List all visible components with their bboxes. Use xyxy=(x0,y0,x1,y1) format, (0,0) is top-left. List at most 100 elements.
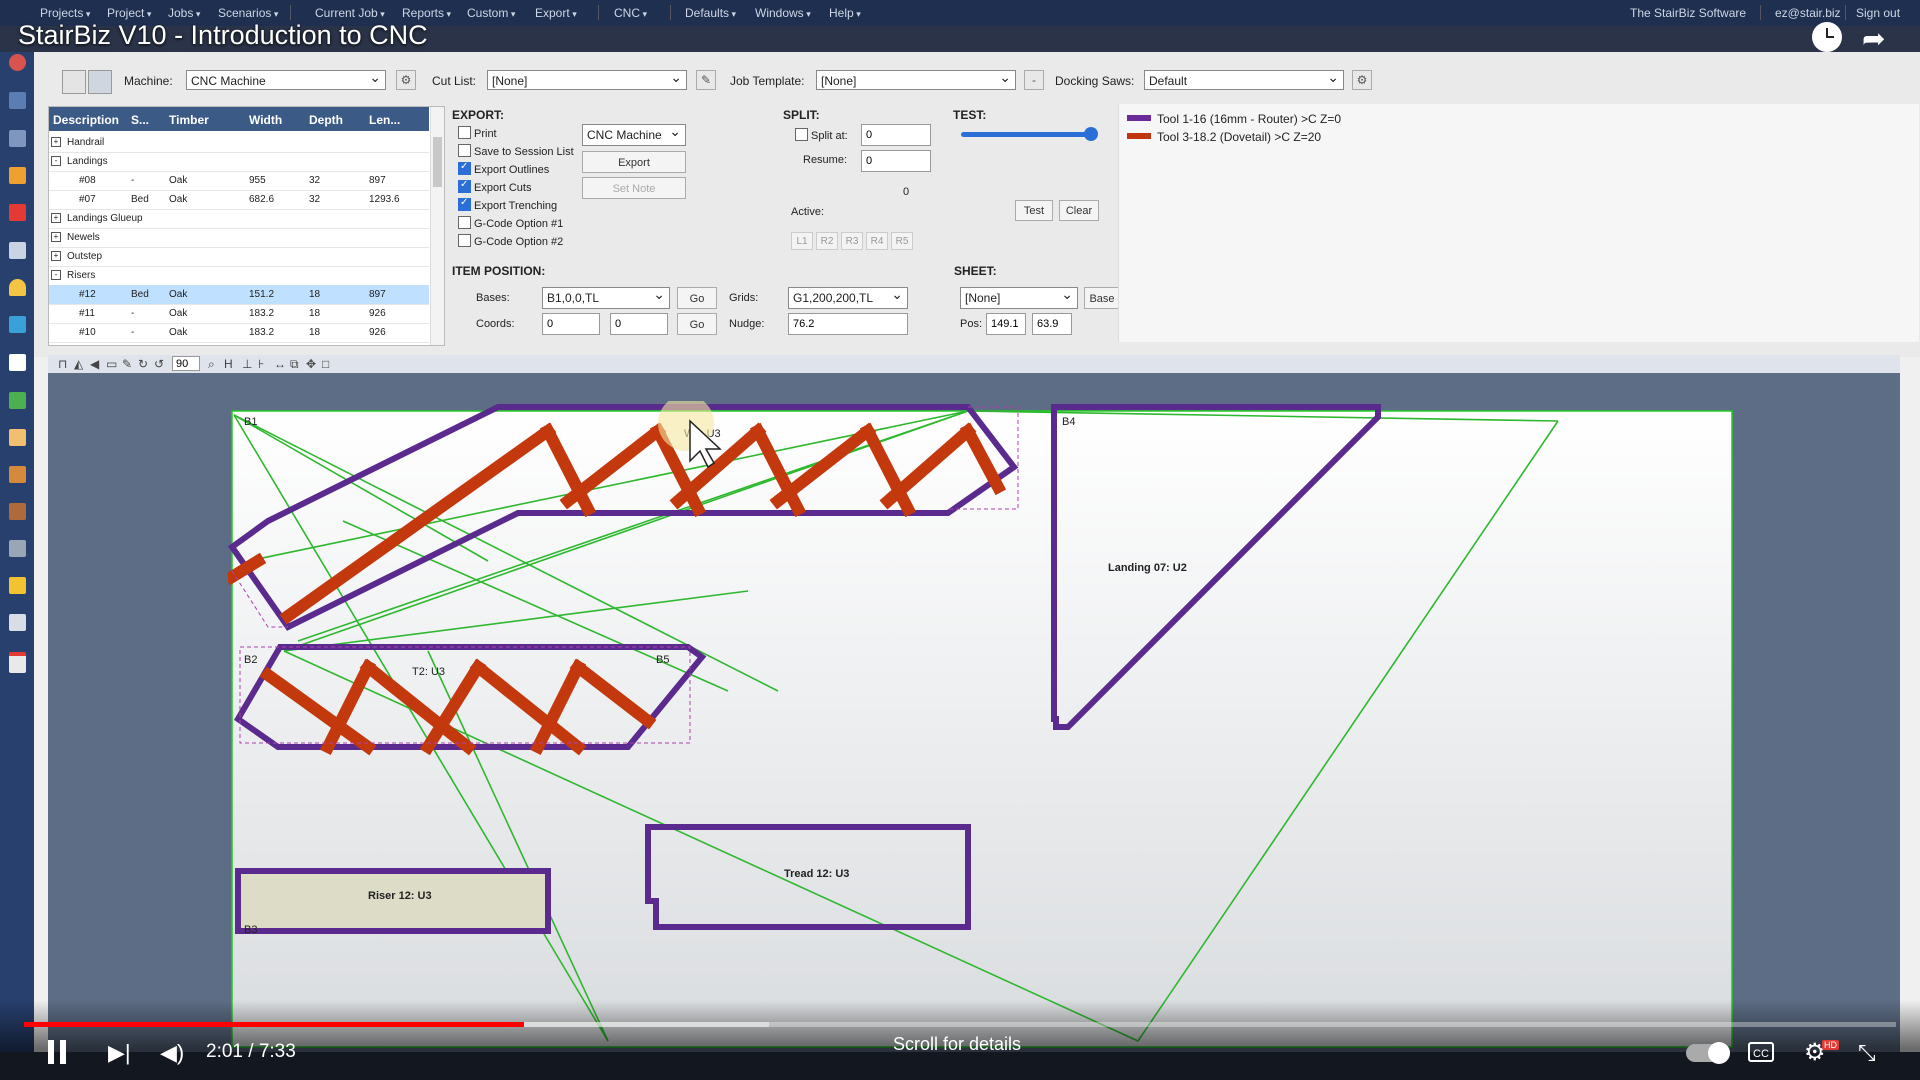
grid-group-row[interactable]: - Landings xyxy=(49,152,429,172)
expand-toggle-icon[interactable]: + xyxy=(51,251,61,261)
machine-settings-gear-icon[interactable]: ⚙ xyxy=(396,70,416,90)
active-r5-button[interactable]: R5 xyxy=(891,232,913,250)
sheet-base-button[interactable]: Base xyxy=(1084,287,1120,309)
menu-signout-link[interactable]: Sign out xyxy=(1856,6,1900,20)
menu-export[interactable]: Export xyxy=(535,6,577,20)
col-timber[interactable]: Timber xyxy=(169,113,209,127)
expand-toggle-icon[interactable]: + xyxy=(51,232,61,242)
distribute-icon[interactable]: ⊦ xyxy=(258,357,264,371)
cutlist-edit-icon[interactable]: ✎ xyxy=(696,70,716,90)
h-label[interactable]: H xyxy=(224,357,233,371)
menu-defaults[interactable]: Defaults xyxy=(685,6,736,20)
menu-cnc[interactable]: CNC xyxy=(614,6,647,20)
exit-fullscreen-icon[interactable]: ⤡ xyxy=(1858,1040,1876,1066)
pause-icon[interactable] xyxy=(48,1040,66,1064)
hammer-icon[interactable] xyxy=(9,540,26,557)
test-button[interactable]: Test xyxy=(1015,200,1053,221)
table-row[interactable]: #07 Bed Oak 682.6 32 1293.6 xyxy=(49,190,429,210)
coord-x-input[interactable]: 0 xyxy=(542,313,600,335)
menu-help[interactable]: Help xyxy=(829,6,861,20)
checkbox-box[interactable] xyxy=(458,144,471,157)
scroll-for-details[interactable]: Scroll for details xyxy=(893,1034,1021,1055)
menu-current-job[interactable]: Current Job xyxy=(315,6,385,20)
watch-later-icon[interactable] xyxy=(1812,22,1842,52)
video-progress-bar[interactable] xyxy=(24,1022,1896,1027)
split-at-checkbox[interactable]: Split at: xyxy=(795,128,848,142)
table-row[interactable]: #11 - Oak 183.2 18 926 xyxy=(49,304,429,324)
lock-icon[interactable]: ⊓ xyxy=(58,357,67,371)
flip-icon[interactable]: ◭ xyxy=(74,357,83,371)
zoom-input[interactable]: 90 xyxy=(172,356,200,371)
helmet-icon[interactable] xyxy=(9,279,26,296)
home-icon[interactable] xyxy=(9,54,26,71)
grid-group-row[interactable]: + Newels xyxy=(49,228,429,248)
new-project-icon[interactable] xyxy=(9,92,26,109)
stairs-icon[interactable] xyxy=(9,466,26,483)
menu-project[interactable]: Project xyxy=(107,6,151,20)
grid-group-row[interactable]: + Handrail xyxy=(49,133,429,153)
open-folder-icon[interactable] xyxy=(9,130,26,147)
table-row[interactable]: #08 - Oak 955 32 897 xyxy=(49,171,429,191)
expand-toggle-icon[interactable]: - xyxy=(51,270,61,280)
resume-input[interactable]: 0 xyxy=(861,150,931,172)
pos-y-input[interactable]: 63.9 xyxy=(1032,313,1072,335)
export-option-checkbox[interactable]: Print xyxy=(458,126,497,140)
grid-group-row[interactable]: + Landings Glueup xyxy=(49,209,429,229)
arrow-left-icon[interactable]: ◀ xyxy=(90,357,99,371)
cnc-canvas[interactable]: B1 B2 B3 B4 B5 W1: U3 T2: U3 Landing 07:… xyxy=(48,373,1900,1052)
autoplay-toggle[interactable] xyxy=(1686,1042,1730,1064)
list-icon[interactable] xyxy=(9,242,26,259)
zoom-icon[interactable]: ⌕ xyxy=(208,357,215,372)
info-icon[interactable] xyxy=(9,354,26,371)
view-toggle-1-button[interactable] xyxy=(62,70,86,94)
calculator-icon[interactable] xyxy=(9,577,26,594)
grid-group-row[interactable]: + Outstep xyxy=(49,247,429,267)
menu-custom[interactable]: Custom xyxy=(467,6,515,20)
calendar-icon[interactable] xyxy=(9,652,26,673)
puzzle-icon[interactable] xyxy=(9,392,26,409)
clear-button[interactable]: Clear xyxy=(1059,200,1099,221)
col-depth[interactable]: Depth xyxy=(309,113,343,127)
timber-icon[interactable] xyxy=(9,503,26,520)
volume-icon[interactable]: ◀) xyxy=(160,1040,184,1066)
export-option-checkbox[interactable]: Export Outlines xyxy=(458,161,549,176)
test-slider-track[interactable] xyxy=(961,127,1098,141)
coords-go-button[interactable]: Go xyxy=(677,313,717,335)
copy-icon[interactable]: ⧉ xyxy=(290,357,299,372)
template-more-button[interactable]: - xyxy=(1024,70,1044,90)
col-description[interactable]: Description xyxy=(53,113,119,127)
spread-icon[interactable]: ↔ xyxy=(274,357,286,371)
menu-windows[interactable]: Windows xyxy=(755,6,811,20)
machine-select[interactable]: CNC Machine xyxy=(186,67,386,90)
rotate-cw-icon[interactable]: ↻ xyxy=(138,357,148,371)
expand-toggle-icon[interactable]: + xyxy=(51,213,61,223)
sheet-select[interactable]: [None] xyxy=(960,284,1078,309)
expand-toggle-icon[interactable]: + xyxy=(51,137,61,147)
select-icon[interactable]: ▭ xyxy=(106,357,117,371)
split-at-input[interactable]: 0 xyxy=(861,124,931,146)
save-icon[interactable] xyxy=(9,167,26,184)
export-option-checkbox[interactable]: G-Code Option #2 xyxy=(458,234,563,248)
export-option-checkbox[interactable]: G-Code Option #1 xyxy=(458,216,563,230)
align-icon[interactable]: ⊥ xyxy=(242,357,252,371)
export-option-checkbox[interactable]: Export Trenching xyxy=(458,197,557,212)
checkbox-box[interactable] xyxy=(458,197,471,211)
captions-icon[interactable]: CC xyxy=(1748,1042,1774,1062)
cutlist-select[interactable]: [None] xyxy=(487,67,687,90)
grid-group-row[interactable]: - Risers xyxy=(49,266,429,286)
menu-jobs[interactable]: Jobs xyxy=(168,6,200,20)
active-r2-button[interactable]: R2 xyxy=(816,232,838,250)
checkbox-box[interactable] xyxy=(458,161,471,175)
active-r4-button[interactable]: R4 xyxy=(866,232,888,250)
printer-icon[interactable] xyxy=(9,614,26,631)
table-row[interactable]: #10 - Oak 183.2 18 926 xyxy=(49,323,429,343)
job-template-select[interactable]: [None] xyxy=(816,67,1016,90)
square-icon[interactable]: □ xyxy=(322,357,329,371)
docking-settings-gear-icon[interactable]: ⚙ xyxy=(1352,70,1372,90)
checkbox-box[interactable] xyxy=(458,179,471,193)
bases-select[interactable]: B1,0,0,TL xyxy=(542,284,670,309)
checkbox-box[interactable] xyxy=(458,234,471,247)
set-note-button[interactable]: Set Note xyxy=(582,177,686,199)
checkbox-box[interactable] xyxy=(458,216,471,229)
test-slider-thumb[interactable] xyxy=(1084,127,1098,141)
